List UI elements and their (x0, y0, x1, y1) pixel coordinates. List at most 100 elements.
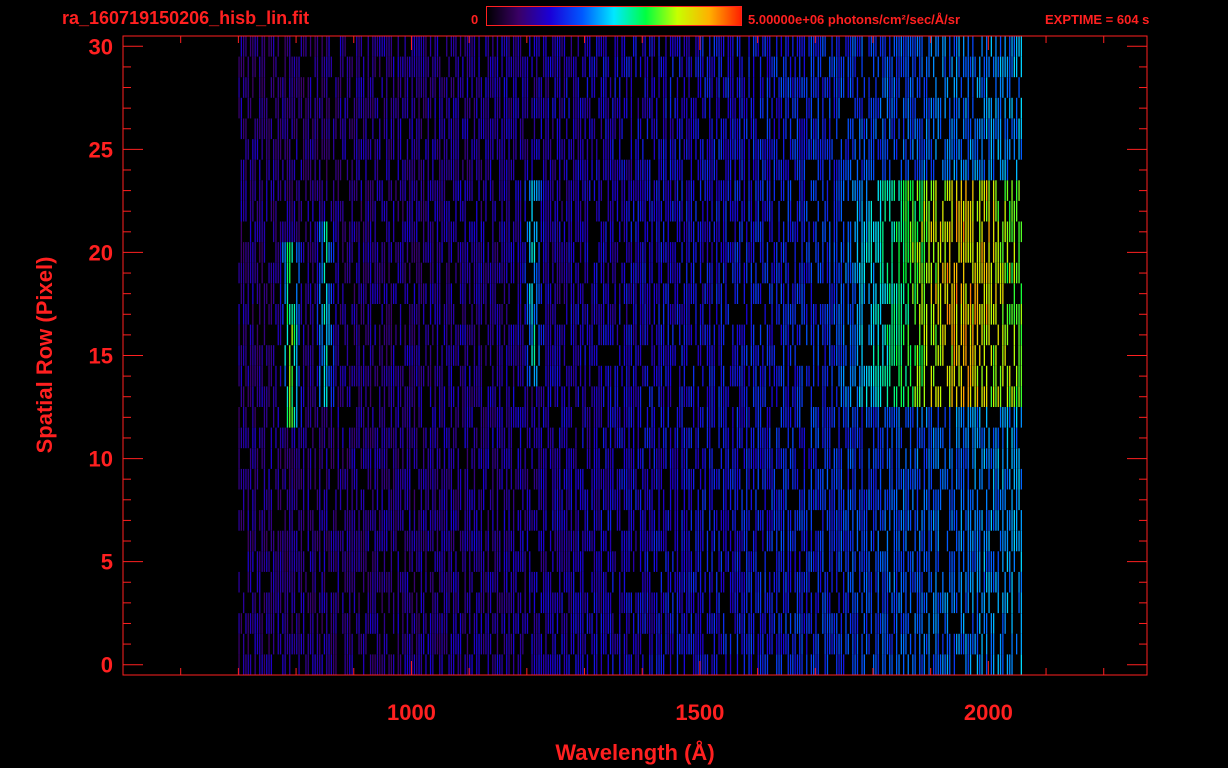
heatmap-cell (923, 592, 925, 614)
heatmap-cell (725, 448, 727, 469)
heatmap-cell (718, 345, 720, 366)
heatmap-cell (596, 654, 598, 675)
heatmap-cell (956, 427, 958, 449)
heatmap-cell (425, 324, 427, 346)
heatmap-cell (483, 262, 485, 284)
heatmap-cell (399, 365, 402, 387)
heatmap-cell (291, 633, 293, 655)
heatmap-cell (822, 551, 824, 572)
heatmap-cell (480, 571, 482, 593)
heatmap-cell (344, 262, 346, 284)
heatmap-cell (517, 613, 519, 634)
heatmap-cell (485, 530, 487, 552)
heatmap-cell (663, 592, 665, 614)
heatmap-cell (674, 345, 676, 366)
heatmap-cell (642, 571, 644, 593)
heatmap-cell (259, 365, 261, 387)
heatmap-cell (480, 592, 482, 614)
heatmap-cell (303, 324, 305, 346)
heatmap-cell (815, 221, 817, 243)
heatmap-cell (351, 633, 353, 655)
heatmap-cell (669, 304, 672, 325)
heatmap-cell (513, 633, 515, 655)
heatmap-cell (238, 571, 240, 593)
heatmap-cell (653, 592, 655, 614)
heatmap-cell (418, 510, 420, 531)
heatmap-cell (626, 304, 628, 325)
heatmap-cell (480, 551, 482, 572)
heatmap-cell (914, 468, 916, 490)
heatmap-cell (974, 407, 976, 428)
heatmap-cell (612, 468, 614, 490)
heatmap-cell (406, 427, 409, 449)
heatmap-cell (623, 633, 626, 655)
heatmap-cell (616, 324, 619, 346)
heatmap-cell (406, 242, 409, 263)
heatmap-cell (983, 551, 985, 572)
heatmap-cell (619, 221, 621, 243)
heatmap-cell (840, 262, 842, 284)
heatmap-cell (252, 386, 254, 407)
heatmap-cell (803, 468, 805, 490)
heatmap-cell (333, 654, 335, 675)
heatmap-cell (600, 324, 602, 346)
heatmap-cell (676, 571, 679, 593)
heatmap-cell (612, 613, 614, 634)
heatmap-cell (266, 530, 268, 552)
heatmap-cell (381, 407, 383, 428)
heatmap-cell (928, 407, 930, 428)
heatmap-cell (612, 448, 614, 469)
heatmap-cell (473, 468, 476, 490)
heatmap-cell (268, 262, 270, 284)
heatmap-cell (736, 551, 739, 572)
heatmap-cell (556, 448, 559, 469)
heatmap-cell (822, 242, 824, 263)
heatmap-cell (713, 324, 715, 346)
heatmap-cell (847, 510, 849, 531)
heatmap-cell (928, 427, 930, 449)
heatmap-cell (593, 571, 596, 593)
heatmap-cell (969, 345, 972, 366)
heatmap-cell (875, 468, 877, 490)
heatmap-cell (852, 592, 854, 614)
heatmap-cell (665, 242, 667, 263)
heatmap-cell (552, 242, 554, 263)
heatmap-cell (935, 592, 937, 614)
heatmap-cell (286, 283, 289, 304)
heatmap-cell (270, 510, 272, 531)
heatmap-cell (711, 345, 713, 366)
heatmap-cell (533, 510, 536, 531)
heatmap-cell (349, 551, 351, 572)
heatmap-cell (261, 386, 263, 407)
heatmap-cell (473, 633, 476, 655)
heatmap-cell (416, 654, 418, 675)
heatmap-cell (349, 571, 351, 593)
heatmap-cell (427, 200, 429, 222)
heatmap-cell (697, 613, 699, 634)
heatmap-cell (473, 489, 476, 511)
heatmap-cell (958, 221, 960, 243)
heatmap-cell (441, 200, 443, 222)
heatmap-cell (817, 654, 819, 675)
heatmap-cell (665, 345, 667, 366)
heatmap-cell (990, 345, 992, 366)
heatmap-cell (836, 613, 838, 634)
heatmap-cell (1020, 365, 1022, 387)
spectrum-chart: 1000 1500 2000051015202530 Wavelength (Å) … (32, 34, 1148, 765)
heatmap-cell (453, 633, 455, 655)
heatmap-cell (496, 633, 499, 655)
heatmap-cell (243, 427, 245, 449)
heatmap-cell (603, 386, 605, 407)
heatmap-cell (316, 242, 319, 263)
heatmap-cell (759, 654, 762, 675)
heatmap-cell (519, 345, 522, 366)
heatmap-cell (436, 530, 439, 552)
heatmap-cell (358, 407, 360, 428)
heatmap-cell (296, 489, 298, 511)
heatmap-cell (335, 345, 337, 366)
heatmap-cell (969, 654, 972, 675)
heatmap-cell (891, 633, 893, 655)
heatmap-cell (923, 262, 925, 284)
heatmap-cell (965, 592, 967, 614)
heatmap-cell (766, 345, 769, 366)
